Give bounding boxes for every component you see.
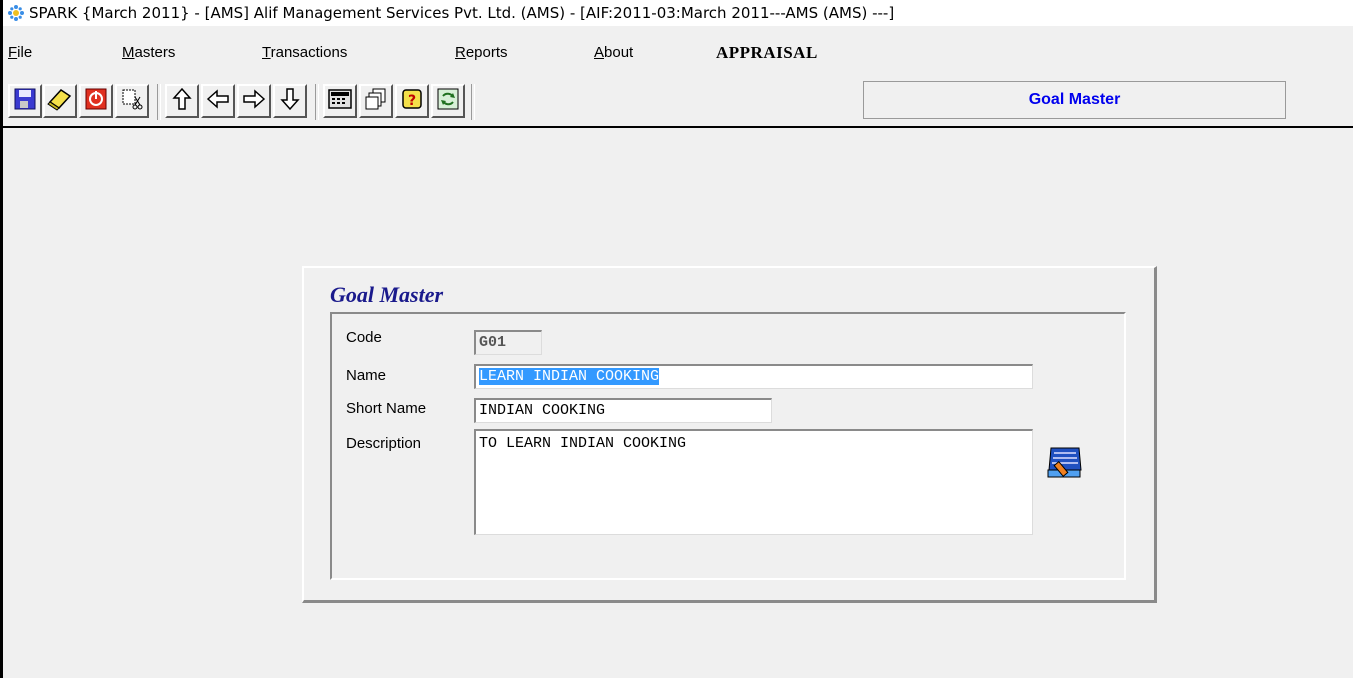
refresh-button[interactable] (431, 84, 465, 118)
save-button[interactable] (8, 84, 42, 118)
menu-file-label: ile (17, 44, 33, 61)
menu-about[interactable]: About (594, 42, 633, 64)
menu-masters[interactable]: Masters (122, 42, 175, 64)
module-label: APPRAISAL (716, 43, 818, 62)
notes-icon (1045, 444, 1083, 485)
notes-button[interactable] (1044, 444, 1084, 484)
menu-masters-label: asters (134, 44, 176, 61)
arrow-right-icon (242, 88, 266, 114)
refresh-icon (436, 87, 460, 116)
edit-button[interactable] (43, 84, 77, 118)
name-label: Name (346, 367, 387, 384)
name-field-selected-text: LEARN INDIAN COOKING (479, 368, 660, 385)
menu-masters-accel: M (122, 44, 135, 61)
menu-bar: File Masters Transactions Reports About … (3, 42, 1353, 64)
save-icon (13, 87, 37, 116)
menu-reports-accel: R (455, 44, 466, 61)
cut-button[interactable] (115, 84, 149, 118)
help-button[interactable]: ? (395, 84, 429, 118)
code-label: Code (346, 329, 382, 346)
window-title: SPARK {March 2011} - [AMS] Alif Manageme… (29, 4, 895, 22)
toolbar-separator (315, 84, 319, 120)
copy-button[interactable] (359, 84, 393, 118)
move-down-button[interactable] (273, 84, 307, 118)
short-name-field[interactable]: INDIAN COOKING (474, 398, 772, 423)
menu-transactions-accel: T (262, 44, 271, 61)
description-field[interactable]: TO LEARN INDIAN COOKING (474, 429, 1033, 535)
menu-reports-label: eports (465, 44, 508, 61)
arrow-up-icon (172, 87, 192, 116)
help-icon: ? (400, 87, 424, 116)
svg-text:?: ? (408, 93, 416, 109)
menu-about-label: bout (604, 44, 634, 61)
description-label: Description (346, 435, 422, 452)
calculator-button[interactable] (323, 84, 357, 118)
calculator-icon (328, 88, 352, 115)
name-field[interactable]: LEARN INDIAN COOKING (474, 364, 1033, 389)
arrow-down-icon (280, 87, 300, 116)
menu-file-accel: F (8, 44, 18, 61)
move-up-button[interactable] (165, 84, 199, 118)
toolbar-separator (471, 84, 475, 120)
application-window: SPARK {March 2011} - [AMS] Alif Manageme… (0, 0, 1353, 678)
toolbar-divider (3, 126, 1353, 128)
menu-transactions[interactable]: Transactions (262, 42, 347, 64)
toolbar-separator (157, 84, 161, 120)
title-bar: SPARK {March 2011} - [AMS] Alif Manageme… (3, 0, 1353, 26)
cut-icon (120, 87, 144, 116)
menu-transactions-label: ransactions (270, 44, 348, 61)
short-name-label: Short Name (346, 400, 427, 417)
form-title: Goal Master (330, 282, 444, 307)
move-right-button[interactable] (237, 84, 271, 118)
move-left-button[interactable] (201, 84, 235, 118)
edit-icon (47, 87, 73, 116)
menu-reports[interactable]: Reports (455, 42, 508, 64)
screen-caption: Goal Master (863, 81, 1286, 119)
menu-file[interactable]: File (8, 42, 32, 64)
form-group-box: Code G01 Name LEARN INDIAN COOKING Short… (330, 312, 1126, 580)
exit-button[interactable] (79, 84, 113, 118)
menu-about-accel: A (594, 44, 605, 61)
app-icon (7, 4, 25, 22)
copy-icon (364, 87, 388, 116)
goal-master-panel: Goal Master Code G01 Name LEARN INDIAN C… (302, 266, 1157, 603)
arrow-left-icon (206, 88, 230, 114)
code-field[interactable]: G01 (474, 330, 542, 355)
exit-icon (84, 87, 108, 116)
